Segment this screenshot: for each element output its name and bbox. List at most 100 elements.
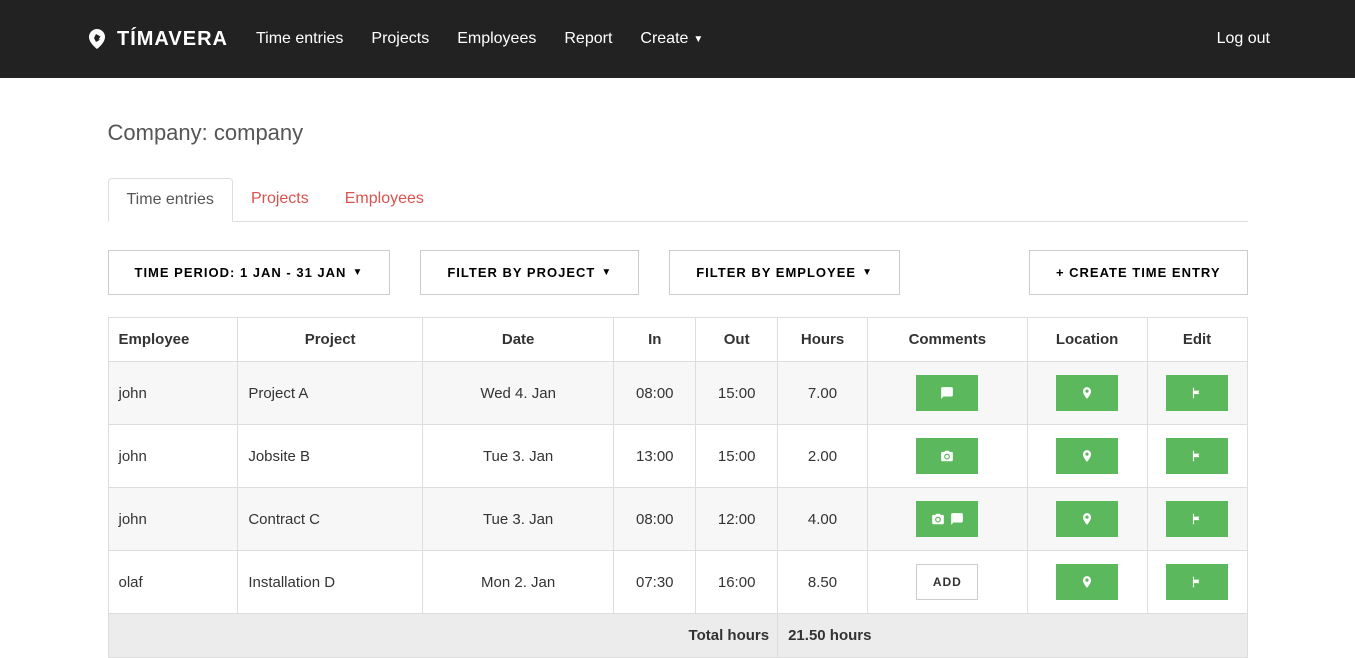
nav-projects[interactable]: Projects [371,30,429,48]
td-employee: john [108,425,238,488]
td-out: 12:00 [696,488,778,551]
flag-icon [1190,575,1204,589]
chat-icon [940,386,954,400]
edit-button[interactable] [1166,501,1228,537]
company-title: Company: company [108,120,1248,146]
td-out: 16:00 [696,551,778,614]
td-employee: john [108,362,238,425]
pin-icon [1080,449,1094,463]
comments-button[interactable] [916,375,978,411]
th-in: In [614,318,696,362]
add-comment-button[interactable]: ADD [916,564,978,600]
location-button[interactable] [1056,438,1118,474]
caret-down-icon: ▼ [862,267,873,278]
filter-row: TIME PERIOD: 1 JAN - 31 JAN▼ FILTER BY P… [108,250,1248,295]
td-hours: 7.00 [778,362,868,425]
td-hours: 4.00 [778,488,868,551]
flag-icon [1190,449,1204,463]
navbar: TÍMAVERA Time entries Projects Employees… [0,0,1355,78]
td-out: 15:00 [696,362,778,425]
edit-button[interactable] [1166,375,1228,411]
td-date: Tue 3. Jan [422,425,613,488]
td-location [1027,425,1147,488]
tab-time-entries[interactable]: Time entries [108,178,233,222]
flag-icon [1190,512,1204,526]
th-edit: Edit [1147,318,1247,362]
td-out: 15:00 [696,425,778,488]
chat-icon [950,512,964,526]
tab-employees[interactable]: Employees [327,178,442,221]
table-row: johnContract CTue 3. Jan08:0012:004.00 [108,488,1247,551]
td-project: Installation D [238,551,423,614]
nav-employees[interactable]: Employees [457,30,536,48]
pin-icon [1080,575,1094,589]
location-button[interactable] [1056,501,1118,537]
location-button[interactable] [1056,375,1118,411]
comments-button[interactable] [916,501,978,537]
td-edit [1147,488,1247,551]
td-in: 08:00 [614,362,696,425]
comments-button[interactable] [916,438,978,474]
td-comments: ADD [867,551,1027,614]
filter-by-employee[interactable]: FILTER BY EMPLOYEE▼ [669,250,900,295]
table-row: olafInstallation DMon 2. Jan07:3016:008.… [108,551,1247,614]
logo[interactable]: TÍMAVERA [85,27,228,51]
th-employee: Employee [108,318,238,362]
caret-down-icon: ▼ [693,34,703,45]
create-time-entry-button[interactable]: + CREATE TIME ENTRY [1029,250,1248,295]
edit-button[interactable] [1166,438,1228,474]
brand-text: TÍMAVERA [117,28,228,51]
td-date: Mon 2. Jan [422,551,613,614]
edit-button[interactable] [1166,564,1228,600]
table-row: johnJobsite BTue 3. Jan13:0015:002.00 [108,425,1247,488]
td-location [1027,551,1147,614]
filter-time-period[interactable]: TIME PERIOD: 1 JAN - 31 JAN▼ [108,250,391,295]
nav-create[interactable]: Create▼ [640,30,703,48]
th-hours: Hours [778,318,868,362]
caret-down-icon: ▼ [352,267,363,278]
td-hours: 2.00 [778,425,868,488]
td-project: Jobsite B [238,425,423,488]
th-location: Location [1027,318,1147,362]
tabs: Time entries Projects Employees [108,178,1248,222]
td-comments [867,425,1027,488]
logo-icon [85,27,109,51]
table-row: johnProject AWed 4. Jan08:0015:007.00 [108,362,1247,425]
td-date: Tue 3. Jan [422,488,613,551]
th-comments: Comments [867,318,1027,362]
footer-label: Total hours [108,614,778,658]
td-hours: 8.50 [778,551,868,614]
td-employee: olaf [108,551,238,614]
pin-icon [1080,512,1094,526]
location-button[interactable] [1056,564,1118,600]
filter-by-project[interactable]: FILTER BY PROJECT▼ [420,250,639,295]
td-employee: john [108,488,238,551]
nav-report[interactable]: Report [564,30,612,48]
td-edit [1147,425,1247,488]
nav-links: Time entries Projects Employees Report C… [256,30,1217,48]
td-edit [1147,551,1247,614]
td-comments [867,488,1027,551]
td-edit [1147,362,1247,425]
th-project: Project [238,318,423,362]
pin-icon [1080,386,1094,400]
footer-value: 21.50 hours [778,614,1247,658]
td-comments [867,362,1027,425]
flag-icon [1190,386,1204,400]
tab-projects[interactable]: Projects [233,178,327,221]
td-date: Wed 4. Jan [422,362,613,425]
nav-logout[interactable]: Log out [1217,30,1270,48]
nav-time-entries[interactable]: Time entries [256,30,343,48]
td-project: Contract C [238,488,423,551]
time-entries-table: Employee Project Date In Out Hours Comme… [108,317,1248,658]
td-in: 07:30 [614,551,696,614]
td-location [1027,362,1147,425]
camera-icon [931,512,945,526]
td-in: 13:00 [614,425,696,488]
table-footer-row: Total hours 21.50 hours [108,614,1247,658]
camera-icon [940,449,954,463]
th-out: Out [696,318,778,362]
th-date: Date [422,318,613,362]
td-location [1027,488,1147,551]
td-in: 08:00 [614,488,696,551]
